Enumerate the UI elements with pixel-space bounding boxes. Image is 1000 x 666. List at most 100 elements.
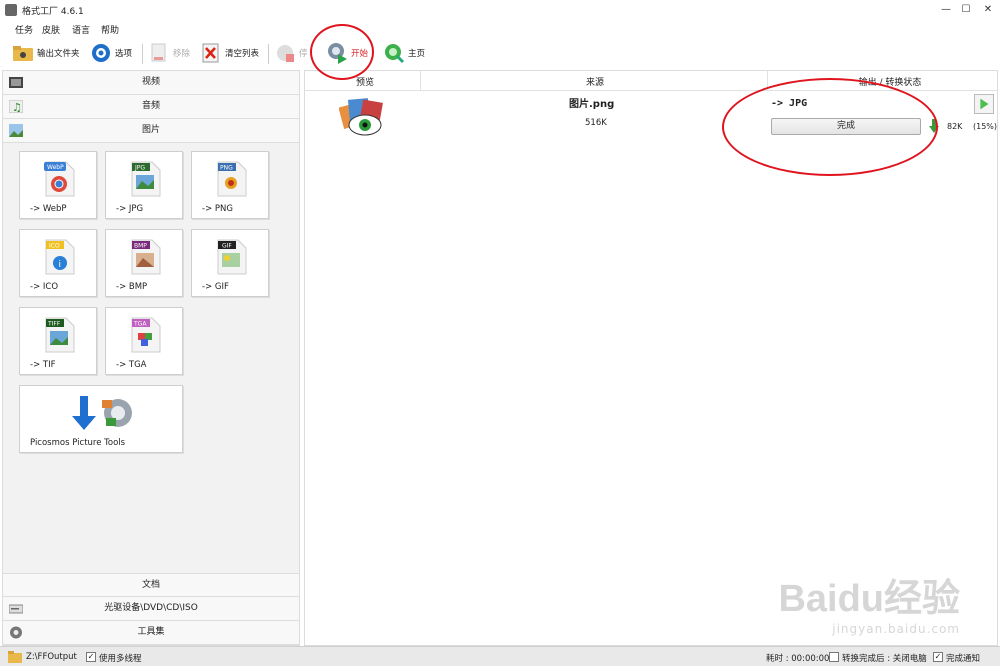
svg-text:ICO: ICO: [49, 243, 60, 250]
toolbar-divider: [142, 44, 143, 64]
tile-jpg[interactable]: JPG -> JPG: [105, 151, 183, 219]
tile-picosmos-label: Picosmos Picture Tools: [30, 438, 126, 448]
stop-icon: [277, 45, 294, 62]
minimize-icon[interactable]: —: [938, 3, 954, 17]
svg-text:BMP: BMP: [134, 243, 147, 250]
tile-ico-label: -> ICO: [30, 282, 59, 292]
tile-ico[interactable]: ICO i -> ICO: [19, 229, 97, 297]
stop-button[interactable]: 停: [274, 41, 308, 65]
stop-label: 停: [299, 49, 308, 59]
bottom-categories: 文档 光驱设备\DVD\CD\ISO 工具集: [3, 573, 299, 645]
header-source[interactable]: 来源: [555, 75, 635, 88]
tile-picosmos[interactable]: Picosmos Picture Tools: [19, 385, 183, 453]
toolbar-divider: [268, 44, 269, 64]
picosmos-tools-icon: [72, 396, 132, 430]
header-preview[interactable]: 预览: [335, 75, 395, 88]
clear-list-label: 清空列表: [225, 49, 260, 59]
start-label: 开始: [351, 49, 369, 59]
webp-file-icon: WebP: [44, 161, 75, 197]
category-audio[interactable]: ♫ 音频: [3, 95, 299, 119]
tile-tif[interactable]: TIFF -> TIF: [19, 307, 97, 375]
tga-file-icon: TGA: [131, 317, 161, 353]
source-size: 516K: [585, 118, 607, 128]
menu-task[interactable]: 任务: [15, 23, 33, 36]
tile-png[interactable]: PNG -> PNG: [191, 151, 269, 219]
tile-gif[interactable]: GIF -> GIF: [191, 229, 269, 297]
category-tools[interactable]: 工具集: [3, 621, 299, 645]
options-button[interactable]: 选项: [90, 41, 132, 65]
gear-icon: [92, 44, 110, 62]
status-bar: Z:\FFOutput ✓ 使用多线程 耗时 : 00:00:00 转换完成后 …: [0, 646, 1000, 666]
tile-bmp-label: -> BMP: [116, 282, 148, 292]
category-dvd-label: 光驱设备\DVD\CD\ISO: [104, 603, 198, 613]
maximize-icon[interactable]: ☐: [958, 3, 974, 17]
remove-button[interactable]: 移除: [148, 41, 190, 65]
watermark-brand: Baidu经验: [778, 578, 960, 620]
home-button[interactable]: 主页: [383, 41, 425, 65]
png-file-icon: PNG: [217, 161, 247, 197]
tile-gif-label: -> GIF: [202, 282, 229, 292]
category-document[interactable]: 文档: [3, 573, 299, 597]
category-picture-label: 图片: [141, 125, 160, 135]
source-filename: 图片.png: [569, 99, 615, 110]
svg-text:GIF: GIF: [222, 243, 232, 250]
close-icon[interactable]: ✕: [980, 3, 996, 17]
clear-list-button[interactable]: 清空列表: [200, 41, 259, 65]
output-ratio: (15%): [973, 122, 998, 131]
category-tools-label: 工具集: [137, 627, 165, 637]
category-dvd[interactable]: 光驱设备\DVD\CD\ISO: [3, 597, 299, 621]
toolbar: 输出文件夹 选项 移除 清空列表 停 开始 主页: [0, 38, 1000, 68]
task-list-header: 预览 来源 输出 / 转换状态: [305, 71, 997, 91]
tile-webp[interactable]: WebP -> WebP: [19, 151, 97, 219]
svg-text:PNG: PNG: [220, 165, 233, 172]
multithread-checkbox[interactable]: ✓: [86, 652, 96, 662]
svg-text:JPG: JPG: [134, 165, 145, 172]
home-globe-icon: [385, 44, 405, 64]
options-label: 选项: [115, 49, 133, 59]
remove-label: 移除: [173, 49, 191, 59]
picture-preview-icon: [339, 98, 383, 136]
output-path[interactable]: Z:\FFOutput: [26, 652, 77, 662]
svg-text:WebP: WebP: [47, 164, 64, 171]
left-panel: 视频 ♫ 音频 图片 WebP -> WebP JPG -> JPG PNG -…: [2, 70, 300, 646]
category-audio-label: 音频: [141, 101, 160, 111]
menu-skin[interactable]: 皮肤: [42, 23, 60, 36]
clear-x-icon: [202, 43, 219, 63]
elapsed-time: 耗时 : 00:00:00: [766, 654, 830, 664]
notify-label: 完成通知: [946, 654, 981, 664]
menu-bar: 任务 皮肤 语言 帮助: [0, 20, 1000, 36]
picture-icon: [9, 124, 23, 137]
notify-checkbox[interactable]: ✓: [933, 652, 943, 662]
category-video-label: 视频: [141, 77, 160, 87]
start-play-icon: [328, 43, 347, 64]
tile-webp-label: -> WebP: [30, 204, 67, 214]
svg-text:♫: ♫: [12, 101, 22, 113]
menu-language[interactable]: 语言: [72, 23, 90, 36]
after-done-checkbox[interactable]: [829, 652, 839, 662]
watermark-url: jingyan.baidu.com: [832, 622, 960, 636]
svg-text:i: i: [59, 260, 62, 270]
tile-tif-label: -> TIF: [30, 360, 56, 370]
category-video[interactable]: 视频: [3, 71, 299, 95]
tile-tga[interactable]: TGA -> TGA: [105, 307, 183, 375]
output-folder-button[interactable]: 输出文件夹: [12, 41, 80, 65]
tile-png-label: -> PNG: [202, 204, 233, 214]
play-output-button[interactable]: [974, 94, 994, 114]
start-button[interactable]: 开始: [326, 41, 368, 65]
output-folder-icon[interactable]: [8, 651, 22, 663]
film-icon: [9, 77, 23, 88]
tools-gear-icon: [10, 626, 22, 639]
output-size: 82K: [947, 122, 963, 131]
header-output-status[interactable]: 输出 / 转换状态: [805, 75, 975, 88]
menu-help[interactable]: 帮助: [101, 23, 119, 36]
tile-jpg-label: -> JPG: [116, 204, 144, 214]
category-document-label: 文档: [141, 580, 160, 590]
svg-text:TGA: TGA: [133, 321, 147, 328]
output-folder-label: 输出文件夹: [37, 49, 80, 59]
svg-text:TIFF: TIFF: [47, 321, 61, 328]
category-picture[interactable]: 图片: [3, 119, 299, 143]
window-title: 格式工厂 4.6.1: [22, 7, 84, 17]
header-divider: [420, 71, 421, 91]
tile-bmp[interactable]: BMP -> BMP: [105, 229, 183, 297]
jpg-file-icon: JPG: [131, 161, 161, 197]
